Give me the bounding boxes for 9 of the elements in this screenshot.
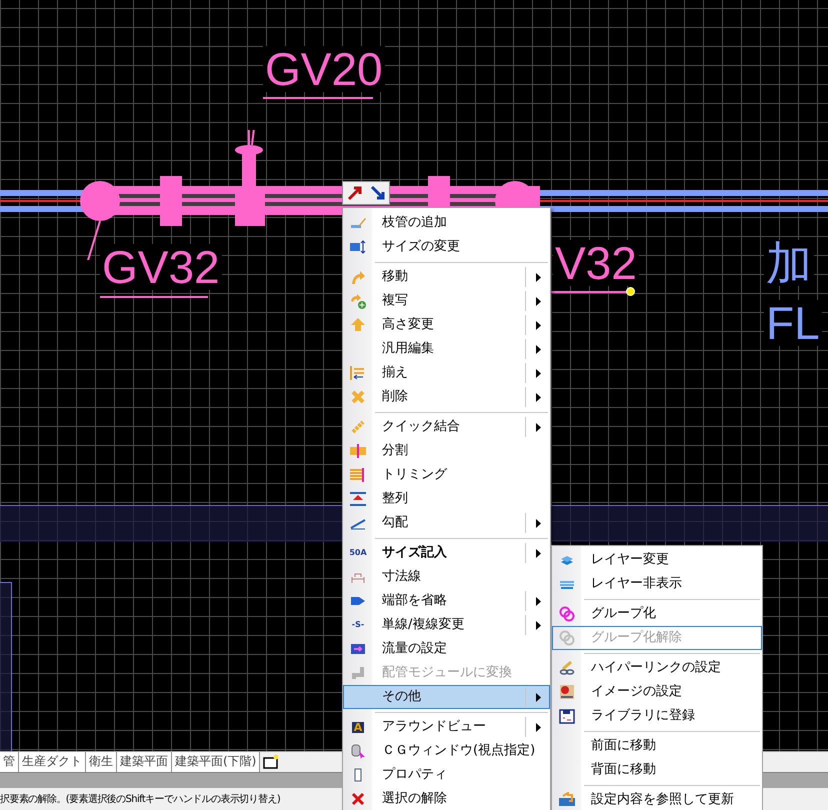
canvas-label: GV20 (263, 46, 385, 92)
canvas-label: FL (764, 300, 822, 346)
icon-label: 50A (349, 549, 367, 557)
status-text: 択要素の解除。(要素選択後のShiftキーでハンドルの表示切り替え) (0, 792, 280, 806)
icon-label: -S- (352, 621, 364, 629)
canvas-label: V32 (553, 240, 639, 286)
canvas-label: 加 (764, 240, 814, 286)
canvas-label: GV32 (100, 244, 222, 290)
icon-label: A (352, 722, 364, 732)
